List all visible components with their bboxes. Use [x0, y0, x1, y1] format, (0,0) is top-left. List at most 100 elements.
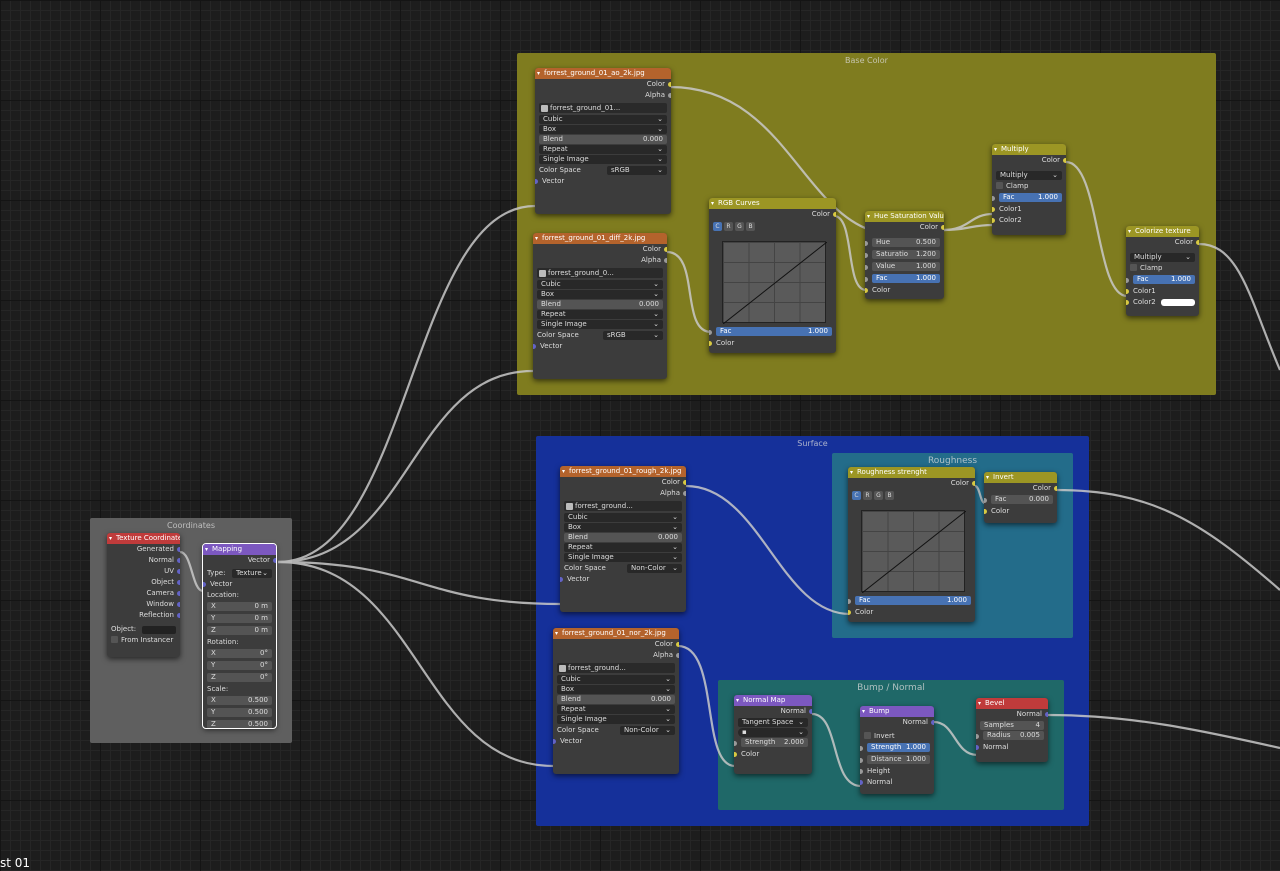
output-alpha[interactable]: Alpha [553, 650, 679, 661]
node-header[interactable]: Colorize texture [1126, 226, 1199, 237]
input-color2[interactable]: Color2 [992, 215, 1066, 226]
input-vector[interactable]: Vector [553, 736, 679, 747]
fac-input[interactable]: Fac 1.000 [709, 327, 836, 338]
object-field[interactable]: Object: [107, 624, 180, 635]
mapping-node[interactable]: Mapping Vector Type:Texture Vector Locat… [202, 543, 277, 729]
extension-dropdown[interactable]: Repeat [539, 145, 667, 154]
image-selector[interactable]: forrest_ground_0... [537, 268, 663, 278]
multiply-node[interactable]: Multiply Color Multiply Clamp Fac1.000 C… [992, 144, 1066, 235]
channel-g[interactable]: G [874, 491, 883, 500]
roughness-strength-curves-node[interactable]: Roughness strenght Color C R G B Fac1.00… [848, 467, 975, 622]
input-vector[interactable]: Vector [203, 579, 276, 590]
bevel-node[interactable]: Bevel Normal Samples4 Radius0.005 Normal [976, 698, 1048, 762]
node-header[interactable]: Hue Saturation Value [865, 211, 944, 222]
saturation-input[interactable]: Saturatio 1.200 [865, 250, 944, 261]
output-alpha[interactable]: Alpha [535, 90, 671, 101]
input-vector[interactable]: Vector [560, 574, 686, 585]
blend-field[interactable]: Blend 0.000 [557, 695, 675, 704]
source-dropdown[interactable]: Single Image [539, 155, 667, 164]
node-header[interactable]: Bevel [976, 698, 1048, 709]
node-header[interactable]: forrest_ground_01_diff_2k.jpg [533, 233, 667, 244]
texture-coordinate-node[interactable]: Texture Coordinate Generated Normal UV O… [107, 533, 180, 657]
node-header[interactable]: Texture Coordinate [107, 533, 180, 544]
rgb-curves-node[interactable]: RGB Curves Color C R G B Fac1.000 Color [709, 198, 836, 353]
bump-node[interactable]: Bump Normal Invert Strength1.000 Distanc… [860, 706, 934, 794]
input-height[interactable]: Height [860, 766, 934, 777]
channel-c[interactable]: C [852, 491, 861, 500]
input-color2[interactable]: Color2 [1126, 297, 1199, 308]
node-header[interactable]: Mapping [203, 544, 276, 555]
interpolation-dropdown[interactable]: Cubic [564, 513, 682, 522]
color-space-row[interactable]: Color Space Non-Color [560, 563, 686, 574]
channel-tabs[interactable]: C R G B [848, 489, 975, 502]
space-dropdown[interactable]: Tangent Space [738, 718, 808, 727]
node-header[interactable]: Multiply [992, 144, 1066, 155]
image-texture-node-ao[interactable]: forrest_ground_01_ao_2k.jpg Color Alpha … [535, 68, 671, 214]
output-window[interactable]: Window [107, 599, 180, 610]
channel-g[interactable]: G [735, 222, 744, 231]
source-dropdown[interactable]: Single Image [537, 320, 663, 329]
source-dropdown[interactable]: Single Image [557, 715, 675, 724]
clamp-checkbox[interactable]: Clamp [992, 181, 1066, 192]
input-vector[interactable]: Vector [535, 176, 671, 187]
blend-field[interactable]: Blend 0.000 [564, 533, 682, 542]
location-x[interactable]: X0 m [207, 602, 272, 611]
color-swatch[interactable] [1161, 299, 1195, 306]
rotation-z[interactable]: Z 0° [207, 673, 272, 682]
color-space-row[interactable]: Color Space sRGB [533, 330, 667, 341]
output-color[interactable]: Color [1126, 237, 1199, 248]
node-header[interactable]: Roughness strenght [848, 467, 975, 478]
strength-input[interactable]: Strength 2.000 [734, 738, 812, 749]
blend-mode-dropdown[interactable]: Multiply [996, 171, 1062, 180]
output-normal[interactable]: Normal [107, 555, 180, 566]
extension-dropdown[interactable]: Repeat [557, 705, 675, 714]
projection-dropdown[interactable]: Box [539, 125, 667, 134]
output-generated[interactable]: Generated [107, 544, 180, 555]
color-space-row[interactable]: Color Space Non-Color [553, 725, 679, 736]
output-normal[interactable]: Normal [734, 706, 812, 717]
channel-b[interactable]: B [885, 491, 894, 500]
invert-checkbox[interactable]: Invert [860, 731, 934, 742]
location-z[interactable]: Z0 m [207, 626, 272, 635]
channel-b[interactable]: B [746, 222, 755, 231]
interpolation-dropdown[interactable]: Cubic [557, 675, 675, 684]
strength-input[interactable]: Strength 1.000 [860, 743, 934, 754]
output-uv[interactable]: UV [107, 566, 180, 577]
scale-x[interactable]: X 0.500 [207, 696, 272, 705]
fac-input[interactable]: Fac 1.000 [992, 193, 1066, 204]
output-color[interactable]: Color [553, 639, 679, 650]
fac-input[interactable]: Fac 0.000 [984, 495, 1057, 506]
image-selector[interactable]: forrest_ground_01... [539, 103, 667, 113]
node-header[interactable]: forrest_ground_01_nor_2k.jpg [553, 628, 679, 639]
output-color[interactable]: Color [992, 155, 1066, 166]
input-color[interactable]: Color [848, 607, 975, 618]
output-color[interactable]: Color [865, 222, 944, 233]
blend-field[interactable]: Blend 0.000 [539, 135, 667, 144]
input-color[interactable]: Color [709, 338, 836, 349]
node-header[interactable]: Bump [860, 706, 934, 717]
normal-map-node[interactable]: Normal Map Normal Tangent Space ▪ Streng… [734, 695, 812, 774]
output-normal[interactable]: Normal [860, 717, 934, 728]
node-header[interactable]: forrest_ground_01_ao_2k.jpg [535, 68, 671, 79]
input-color1[interactable]: Color1 [992, 204, 1066, 215]
channel-r[interactable]: R [724, 222, 733, 231]
color-space-row[interactable]: Color Space sRGB [535, 165, 671, 176]
input-color[interactable]: Color [984, 506, 1057, 517]
colorize-texture-node[interactable]: Colorize texture Color Multiply Clamp Fa… [1126, 226, 1199, 316]
interpolation-dropdown[interactable]: Cubic [537, 280, 663, 289]
node-header[interactable]: forrest_ground_01_rough_2k.jpg [560, 466, 686, 477]
curve-editor[interactable] [722, 241, 828, 325]
uv-map-field[interactable]: ▪ [738, 728, 808, 737]
from-instancer-checkbox[interactable]: From Instancer [107, 635, 180, 646]
distance-input[interactable]: Distance 1.000 [860, 755, 934, 766]
input-color1[interactable]: Color1 [1126, 286, 1199, 297]
output-reflection[interactable]: Reflection [107, 610, 180, 621]
output-alpha[interactable]: Alpha [560, 488, 686, 499]
input-normal[interactable]: Normal [860, 777, 934, 788]
output-color[interactable]: Color [709, 209, 836, 220]
fac-input[interactable]: Fac 1.000 [1126, 275, 1199, 286]
output-color[interactable]: Color [984, 483, 1057, 494]
output-camera[interactable]: Camera [107, 588, 180, 599]
rotation-y[interactable]: Y 0° [207, 661, 272, 670]
output-color[interactable]: Color [560, 477, 686, 488]
